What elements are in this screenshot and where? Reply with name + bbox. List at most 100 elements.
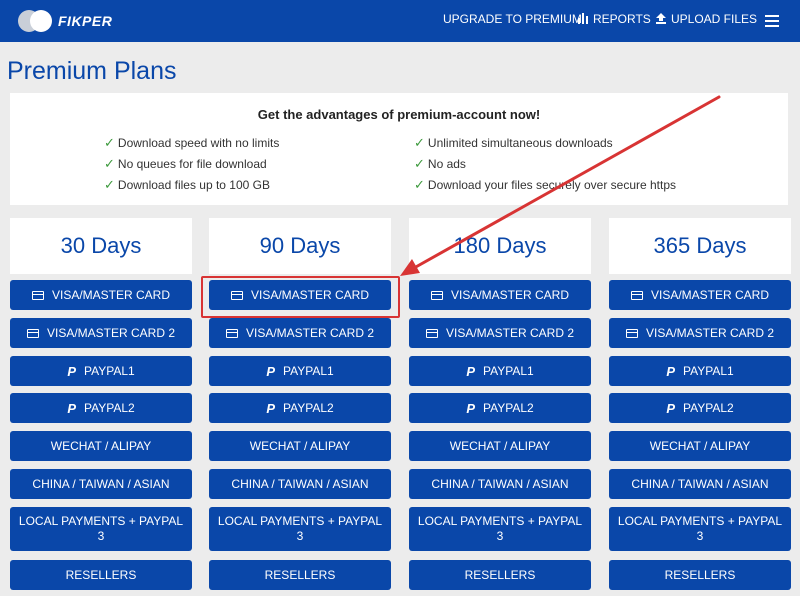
check-icon: ✓ (414, 177, 425, 192)
check-icon: ✓ (104, 135, 115, 150)
visa-master-card-2-button[interactable]: VISA/MASTER CARD 2 (409, 318, 591, 348)
china-taiwan-asian-button[interactable]: CHINA / TAIWAN / ASIAN (609, 469, 791, 499)
fikper-logo[interactable]: FIKPER (16, 7, 126, 35)
wechat-alipay-button[interactable]: WECHAT / ALIPAY (609, 431, 791, 461)
advantages-box: Get the advantages of premium-account no… (10, 93, 788, 205)
feature-item: ✓ Unlimited simultaneous downloads (414, 135, 613, 151)
payment-button-label: VISA/MASTER CARD 2 (645, 326, 775, 340)
wechat-alipay-button[interactable]: WECHAT / ALIPAY (10, 431, 192, 461)
feature-item: ✓ Download your files securely over secur… (414, 177, 676, 193)
credit-card-icon (31, 290, 44, 300)
payment-button-label: RESELLERS (664, 568, 736, 582)
china-taiwan-asian-button[interactable]: CHINA / TAIWAN / ASIAN (10, 469, 192, 499)
credit-card-icon (225, 328, 238, 338)
payment-button-label: PAYPAL1 (83, 364, 135, 378)
paypal2-button[interactable]: P PAYPAL2 (10, 393, 192, 423)
payment-button-label: RESELLERS (65, 568, 137, 582)
feature-text: Download speed with no limits (117, 136, 280, 150)
payment-button-label: PAYPAL2 (682, 401, 734, 415)
payment-button-label: LOCAL PAYMENTS + PAYPAL 3 (18, 514, 184, 543)
payment-button-label: RESELLERS (464, 568, 536, 582)
local-payments-paypal3-button[interactable]: LOCAL PAYMENTS + PAYPAL 3 (609, 507, 791, 551)
payment-button-label: LOCAL PAYMENTS + PAYPAL 3 (417, 514, 583, 543)
visa-master-card-2-button[interactable]: VISA/MASTER CARD 2 (10, 318, 192, 348)
payment-button-label: LOCAL PAYMENTS + PAYPAL 3 (217, 514, 383, 543)
payment-button-label: LOCAL PAYMENTS + PAYPAL 3 (617, 514, 783, 543)
nav-upload-files[interactable]: UPLOAD FILES (656, 12, 757, 27)
wechat-alipay-button[interactable]: WECHAT / ALIPAY (209, 431, 391, 461)
local-payments-paypal3-button[interactable]: LOCAL PAYMENTS + PAYPAL 3 (209, 507, 391, 551)
payment-button-label: CHINA / TAIWAN / ASIAN (32, 477, 170, 491)
local-payments-paypal3-button[interactable]: LOCAL PAYMENTS + PAYPAL 3 (409, 507, 591, 551)
payment-button-label: VISA/MASTER CARD 2 (46, 326, 176, 340)
payment-button-label: PAYPAL2 (482, 401, 534, 415)
plan-column: 30 Days VISA/MASTER CARD VISA/MASTER CARD … (10, 218, 192, 590)
paypal-icon: P (266, 363, 275, 379)
paypal-icon: P (666, 400, 675, 416)
visa-master-card-2-button[interactable]: VISA/MASTER CARD 2 (609, 318, 791, 348)
feature-text: Download your files securely over secure… (427, 178, 677, 192)
paypal-icon: P (67, 400, 76, 416)
paypal1-button[interactable]: P PAYPAL1 (209, 356, 391, 386)
check-icon: ✓ (414, 156, 425, 171)
payment-button-label: CHINA / TAIWAN / ASIAN (631, 477, 769, 491)
visa-master-card-button[interactable]: VISA/MASTER CARD (609, 280, 791, 310)
plan-period-title: 365 Days (609, 218, 791, 274)
nav-reports[interactable]: REPORTS (578, 12, 651, 27)
check-icon: ✓ (414, 135, 425, 150)
payment-button-label: PAYPAL2 (282, 401, 334, 415)
china-taiwan-asian-button[interactable]: CHINA / TAIWAN / ASIAN (209, 469, 391, 499)
paypal2-button[interactable]: P PAYPAL2 (409, 393, 591, 423)
local-payments-paypal3-button[interactable]: LOCAL PAYMENTS + PAYPAL 3 (10, 507, 192, 551)
feature-item: ✓ Download files up to 100 GB (104, 177, 270, 193)
payment-button-label: VISA/MASTER CARD 2 (445, 326, 575, 340)
visa-master-card-button[interactable]: VISA/MASTER CARD (409, 280, 591, 310)
paypal-icon: P (466, 400, 475, 416)
feature-item: ✓ No queues for file download (104, 156, 267, 172)
paypal1-button[interactable]: P PAYPAL1 (609, 356, 791, 386)
page-title: Premium Plans (7, 57, 177, 85)
annotation-highlight-box (201, 276, 400, 318)
payment-button-label: CHINA / TAIWAN / ASIAN (231, 477, 369, 491)
credit-card-icon (430, 290, 443, 300)
resellers-button[interactable]: RESELLERS (10, 560, 192, 590)
payment-button-label: VISA/MASTER CARD (650, 288, 770, 302)
feature-item: ✓ No ads (414, 156, 466, 172)
payment-button-label: PAYPAL2 (83, 401, 135, 415)
paypal2-button[interactable]: P PAYPAL2 (609, 393, 791, 423)
top-navbar: FIKPER UPGRADE TO PREMIUM REPORTS UPLOAD… (0, 0, 800, 42)
credit-card-icon (26, 328, 39, 338)
logo-circle-white (30, 10, 52, 32)
resellers-button[interactable]: RESELLERS (409, 560, 591, 590)
visa-master-card-2-button[interactable]: VISA/MASTER CARD 2 (209, 318, 391, 348)
advantages-title: Get the advantages of premium-account no… (257, 107, 541, 122)
check-icon: ✓ (104, 177, 115, 192)
payment-button-label: VISA/MASTER CARD 2 (245, 326, 375, 340)
hamburger-menu-icon[interactable] (765, 15, 779, 27)
visa-master-card-button[interactable]: VISA/MASTER CARD (10, 280, 192, 310)
nav-upgrade-to-premium[interactable]: UPGRADE TO PREMIUM (443, 12, 582, 26)
credit-card-icon (625, 328, 638, 338)
payment-button-label: RESELLERS (264, 568, 336, 582)
feature-text: No queues for file download (117, 157, 267, 171)
paypal1-button[interactable]: P PAYPAL1 (409, 356, 591, 386)
paypal-icon: P (666, 363, 675, 379)
paypal-icon: P (466, 363, 475, 379)
payment-button-label: CHINA / TAIWAN / ASIAN (431, 477, 569, 491)
wechat-alipay-button[interactable]: WECHAT / ALIPAY (409, 431, 591, 461)
payment-button-label: WECHAT / ALIPAY (449, 439, 551, 453)
paypal-icon: P (67, 363, 76, 379)
resellers-button[interactable]: RESELLERS (609, 560, 791, 590)
payment-button-label: PAYPAL1 (682, 364, 734, 378)
china-taiwan-asian-button[interactable]: CHINA / TAIWAN / ASIAN (409, 469, 591, 499)
payment-button-label: VISA/MASTER CARD (450, 288, 570, 302)
payment-button-label: WECHAT / ALIPAY (249, 439, 351, 453)
resellers-button[interactable]: RESELLERS (209, 560, 391, 590)
paypal2-button[interactable]: P PAYPAL2 (209, 393, 391, 423)
plan-period-title: 180 Days (409, 218, 591, 274)
paypal-icon: P (266, 400, 275, 416)
credit-card-icon (630, 290, 643, 300)
plan-column: 365 Days VISA/MASTER CARD VISA/MASTER CARD… (609, 218, 791, 590)
paypal1-button[interactable]: P PAYPAL1 (10, 356, 192, 386)
plan-column: 90 Days VISA/MASTER CARD VISA/MASTER CARD … (209, 218, 391, 590)
